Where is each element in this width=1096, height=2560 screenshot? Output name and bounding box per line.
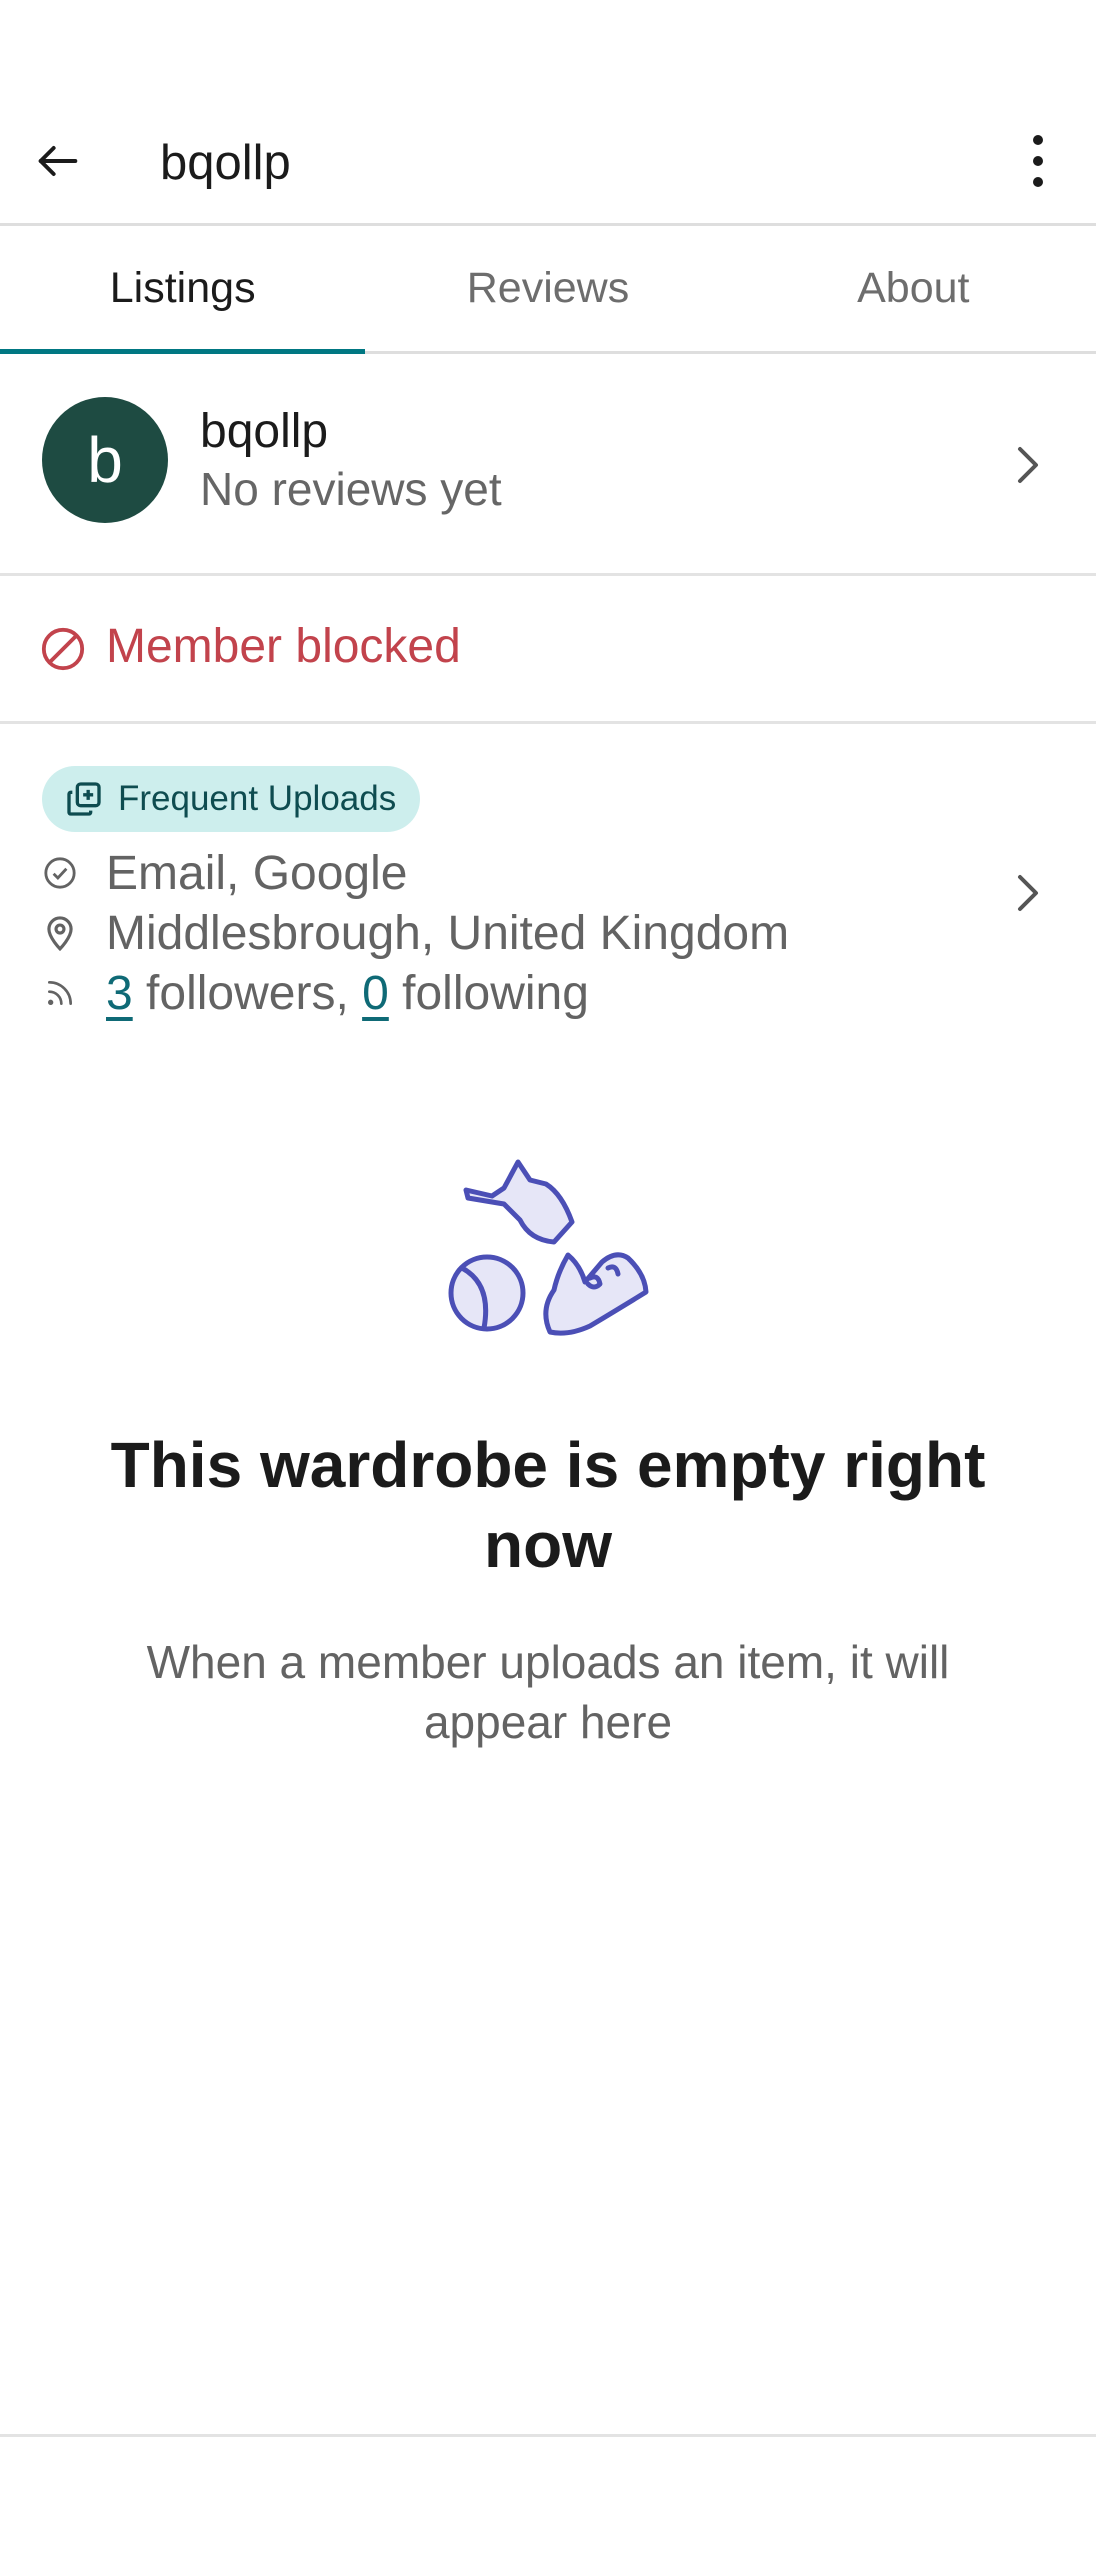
blocked-icon <box>41 627 85 671</box>
followers-label: followers, <box>132 966 363 1020</box>
following-label: following <box>388 966 589 1020</box>
rss-feed-icon <box>40 973 80 1013</box>
profile-reviews-status: No reviews yet <box>200 463 502 515</box>
tab-reviews[interactable]: Reviews <box>365 226 730 351</box>
following-count-link[interactable]: 0 <box>362 966 389 1021</box>
verified-text: Email, Google <box>106 846 408 900</box>
frequent-uploads-badge: Frequent Uploads <box>42 766 421 832</box>
empty-state-description: When a member uploads an item, it will a… <box>146 1636 950 1748</box>
more-vertical-icon <box>1033 135 1043 187</box>
chevron-right-icon <box>1008 445 1048 485</box>
top-app-bar: bqollp <box>0 100 1096 226</box>
bottom-divider <box>0 2434 1096 2437</box>
tab-listings[interactable]: Listings <box>0 226 366 354</box>
avatar: b <box>42 397 168 523</box>
profile-tabs: Listings Reviews About <box>0 226 1096 354</box>
status-bar <box>0 0 1096 100</box>
more-options-button[interactable] <box>1002 125 1074 197</box>
arrow-left-icon <box>38 146 78 176</box>
member-blocked-text: Member blocked <box>106 620 461 673</box>
upload-stack-icon <box>67 782 101 816</box>
profile-username: bqollp <box>200 405 329 458</box>
location-pin-icon <box>40 913 80 953</box>
profile-summary-row[interactable]: b bqollp No reviews yet <box>0 354 1096 576</box>
tab-about[interactable]: About <box>731 226 1096 351</box>
badge-label: Frequent Uploads <box>118 779 397 818</box>
info-chevron-right-icon[interactable] <box>1008 873 1048 913</box>
followers-count-link[interactable]: 3 <box>106 966 133 1021</box>
member-blocked-banner: Member blocked <box>0 576 1096 724</box>
back-button[interactable] <box>22 125 94 197</box>
empty-wardrobe-illustration <box>448 1159 649 1336</box>
page-title: bqollp <box>160 136 291 190</box>
verified-check-icon <box>40 853 80 893</box>
verified-line: Email, Google <box>40 843 407 903</box>
location-line: Middlesbrough, United Kingdom <box>40 903 789 963</box>
followers-line: 3 followers, 0 following <box>40 963 589 1023</box>
location-text: Middlesbrough, United Kingdom <box>106 906 790 960</box>
empty-state-title: This wardrobe is empty right now <box>110 1429 986 1581</box>
